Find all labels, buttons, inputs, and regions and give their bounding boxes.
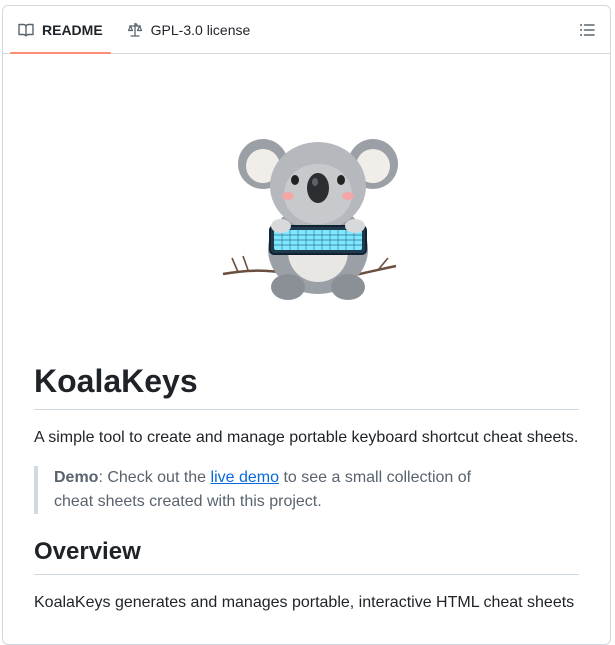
file-tab-bar: README GPL-3.0 license (3, 6, 610, 54)
tab-license[interactable]: GPL-3.0 license (119, 6, 259, 53)
demo-callout: Demo: Check out the live demo to see a s… (34, 466, 514, 515)
readme-panel: README GPL-3.0 license KoalaKeys A simpl… (2, 5, 611, 645)
koala-illustration (222, 139, 398, 300)
tab-readme-label: README (42, 21, 103, 38)
overview-heading: Overview (34, 538, 579, 576)
list-unordered-icon[interactable] (578, 21, 596, 39)
live-demo-link[interactable]: live demo (211, 469, 279, 486)
demo-text-before: : Check out the (98, 469, 211, 487)
readme-content: KoalaKeys A simple tool to create and ma… (3, 54, 610, 615)
tab-readme[interactable]: README (10, 6, 111, 54)
overview-text: KoalaKeys generates and manages portable… (34, 594, 575, 612)
readme-title: KoalaKeys (34, 363, 579, 411)
hero-image-area (34, 54, 579, 364)
law-scale-icon (127, 22, 142, 37)
tab-license-label: GPL-3.0 license (150, 21, 251, 38)
demo-label: Demo (54, 469, 99, 487)
book-icon (18, 23, 34, 36)
readme-description: A simple tool to create and manage porta… (34, 429, 579, 447)
